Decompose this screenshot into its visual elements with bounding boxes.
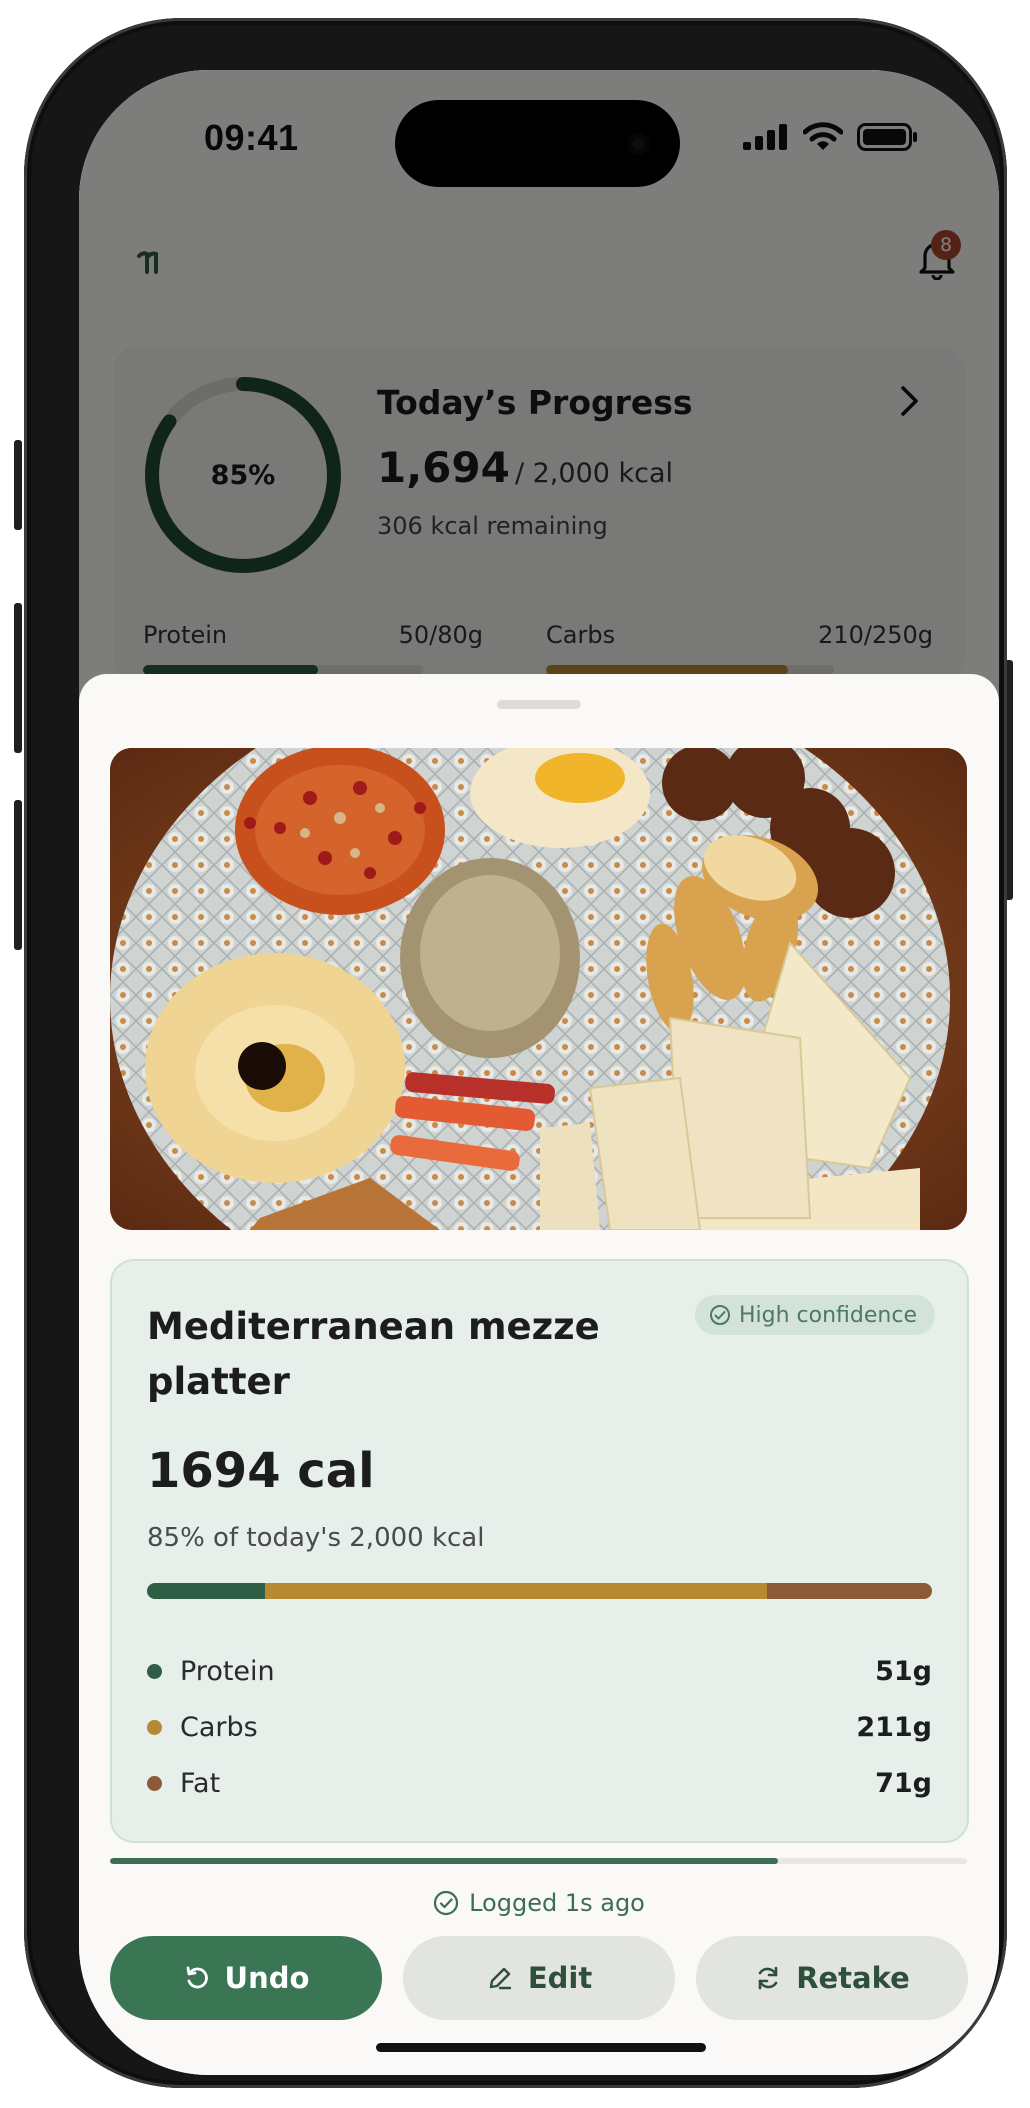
pencil-icon bbox=[489, 1967, 512, 1990]
macro-grams: 51g bbox=[875, 1655, 932, 1687]
confidence-label: High confidence bbox=[739, 1302, 917, 1328]
check-circle-icon bbox=[434, 1890, 459, 1916]
logged-text: Logged 1s ago bbox=[469, 1889, 645, 1917]
nutrition-result-card: Mediterranean mezze platter High confide… bbox=[110, 1259, 969, 1843]
macro-row-carbs: Carbs 211g bbox=[147, 1707, 932, 1747]
protein-dot-icon bbox=[147, 1663, 162, 1679]
undo-label: Undo bbox=[224, 1961, 310, 1995]
retake-label: Retake bbox=[796, 1961, 910, 1995]
volume-up-button bbox=[14, 603, 22, 753]
meal-result-sheet: Mediterranean mezze platter High confide… bbox=[79, 674, 999, 2075]
protein-segment bbox=[147, 1583, 265, 1599]
macro-name: Fat bbox=[180, 1767, 221, 1799]
fat-dot-icon bbox=[147, 1775, 162, 1791]
carbs-dot-icon bbox=[147, 1719, 162, 1735]
macro-row-fat: Fat 71g bbox=[147, 1763, 932, 1803]
home-indicator[interactable] bbox=[376, 2043, 706, 2052]
calories-percent-of-goal: 85% of today's 2,000 kcal bbox=[147, 1523, 485, 1553]
logged-status: Logged 1s ago bbox=[79, 1889, 999, 1917]
phone-frame: 09:41 bbox=[24, 18, 1007, 2088]
macro-distribution-bar bbox=[147, 1583, 932, 1599]
macro-grams: 71g bbox=[875, 1767, 932, 1799]
macro-name: Carbs bbox=[180, 1711, 258, 1743]
retake-button[interactable]: Retake bbox=[696, 1936, 968, 2020]
macro-grams: 211g bbox=[856, 1711, 932, 1743]
confidence-badge: High confidence bbox=[695, 1295, 935, 1335]
calories-total: 1694 cal bbox=[147, 1443, 375, 1499]
macro-name: Protein bbox=[180, 1655, 275, 1687]
carbs-segment bbox=[264, 1583, 768, 1599]
meal-photo bbox=[110, 748, 967, 1230]
refresh-icon bbox=[758, 1966, 778, 1990]
undo-icon bbox=[186, 1966, 208, 1989]
edit-button[interactable]: Edit bbox=[403, 1936, 675, 2020]
undo-button[interactable]: Undo bbox=[110, 1936, 382, 2020]
edit-label: Edit bbox=[527, 1961, 593, 1995]
fat-segment bbox=[767, 1583, 932, 1599]
sheet-grabber[interactable] bbox=[497, 700, 581, 709]
action-button bbox=[14, 440, 22, 530]
food-name: Mediterranean mezze platter bbox=[147, 1305, 600, 1403]
volume-down-button bbox=[14, 800, 22, 950]
meal-photo-illustration bbox=[110, 748, 967, 1230]
screen: 09:41 bbox=[79, 70, 999, 2075]
macro-row-protein: Protein 51g bbox=[147, 1651, 932, 1691]
undo-timer-bar bbox=[110, 1858, 967, 1864]
check-circle-icon bbox=[710, 1305, 730, 1325]
